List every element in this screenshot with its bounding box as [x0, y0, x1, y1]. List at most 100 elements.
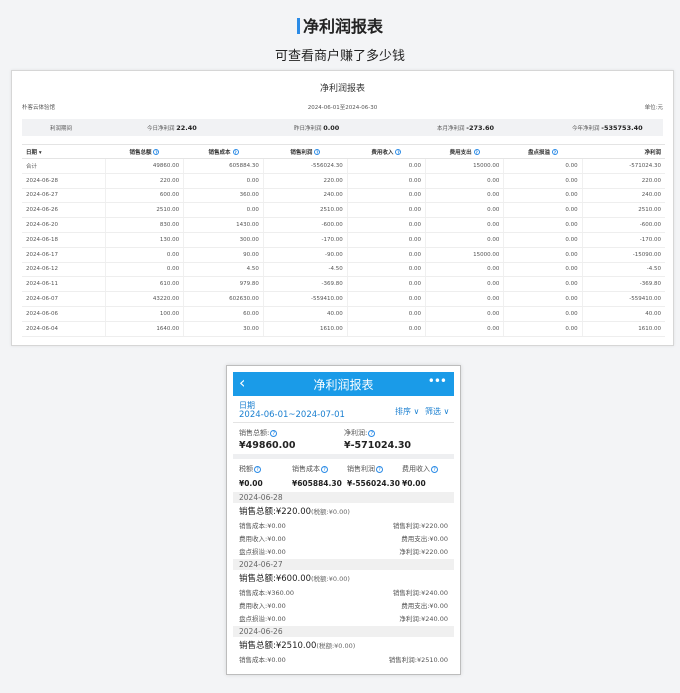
table-row: 2024-06-17 0.00 90.00 -90.00 0.00 15000.00 0.0… — [22, 247, 665, 263]
table-cell: 2024-06-11 — [22, 276, 106, 293]
table-cell: 360.00 — [183, 188, 264, 204]
divider — [233, 422, 454, 423]
column-header[interactable]: 日期 ▾ — [22, 144, 106, 159]
table-cell: 40.00 — [263, 306, 348, 322]
table-cell: 2510.00 — [105, 202, 185, 219]
table-cell: -170.00 — [263, 232, 348, 248]
table-cell: 合计 — [22, 158, 106, 174]
table-cell: 0.00 — [347, 217, 427, 233]
table-row: 2024-06-28 220.00 0.00 220.00 0.00 0.00 0.00 22… — [22, 173, 665, 189]
table-cell: 0.00 — [347, 276, 427, 293]
table-cell: -170.00 — [582, 232, 665, 248]
table-cell: 830.00 — [105, 217, 185, 233]
table-cell: 43220.00 — [105, 291, 185, 307]
table-row: 2024-06-11 610.00 979.80 -369.80 0.00 0.00 0.0… — [22, 276, 665, 293]
cost-label: 销售成本? — [292, 464, 328, 474]
table-cell: 2024-06-07 — [22, 291, 106, 307]
table-cell: 2024-06-27 — [22, 188, 106, 204]
help-icon[interactable]: ? — [395, 149, 402, 155]
help-icon[interactable]: ? — [321, 465, 328, 473]
table-cell: 0.00 — [503, 262, 583, 278]
table-cell: 0.00 — [425, 202, 505, 219]
table-row: 2024-06-07 43220.00 602630.00 -559410.00 0.0… — [22, 291, 665, 307]
table-cell: 0.00 — [503, 158, 583, 174]
table-cell: 0.00 — [347, 202, 427, 219]
help-icon[interactable]: ? — [270, 429, 278, 437]
table-cell: -559410.00 — [582, 291, 665, 307]
mobile-header: ‹ 净利润报表 ••• — [233, 372, 454, 396]
chevron-down-icon: ∨ — [413, 407, 420, 416]
table-cell: -4.50 — [263, 262, 348, 278]
table-cell: 0.00 — [347, 247, 427, 263]
title-accent-bar — [296, 18, 300, 34]
report-title: 净利润报表 — [319, 84, 365, 94]
day-date-bar: 2024-06-26 — [233, 626, 454, 637]
table-cell: 0.00 — [425, 173, 505, 189]
help-icon[interactable]: ? — [431, 465, 438, 473]
section-gap — [233, 454, 454, 459]
day-total[interactable]: 销售总额:¥600.00(税额:¥0.00) — [239, 572, 350, 584]
help-icon[interactable]: ? — [153, 149, 160, 155]
filter-button[interactable]: 筛选 ∨ — [425, 406, 449, 417]
table-cell: 100.00 — [105, 306, 185, 322]
help-icon[interactable]: ? — [473, 149, 480, 155]
table-cell: 240.00 — [582, 188, 665, 204]
more-icon[interactable]: ••• — [428, 374, 447, 388]
table-cell: 2510.00 — [582, 202, 665, 219]
table-cell: -571024.30 — [582, 158, 665, 174]
day-row: 费用收入:¥0.00 费用支出:¥0.00 — [239, 535, 448, 543]
day-total[interactable]: 销售总额:¥220.00(税额:¥0.00) — [239, 505, 350, 517]
table-cell: 0.00 — [347, 158, 427, 174]
table-cell: 602630.00 — [183, 291, 264, 307]
table-row: 2024-06-26 2510.00 0.00 2510.00 0.00 0.00 0.00… — [22, 202, 665, 219]
page-subtitle: 可查看商户赚了多少钱 — [274, 49, 405, 64]
day-row: 销售成本:¥360.00 销售利润:¥240.00 — [239, 589, 448, 597]
tax-label: 税额? — [239, 464, 261, 474]
unit-label: 单位:元 — [644, 105, 663, 111]
table-row: 2024-06-04 1640.00 30.00 1610.00 0.00 0.00 0.0… — [22, 321, 665, 337]
table-cell: 0.00 — [347, 262, 427, 278]
date-range-picker[interactable]: 2024-06-01~2024-07-01 — [239, 410, 345, 420]
sales-total-label: 销售总额:? — [239, 428, 278, 438]
day-date-bar: 2024-06-27 — [233, 559, 454, 570]
table-cell: 605884.30 — [183, 158, 264, 174]
table-row: 2024-06-27 600.00 360.00 240.00 0.00 0.00 0.00… — [22, 188, 665, 204]
table-cell: 90.00 — [183, 247, 264, 263]
table-cell: 600.00 — [105, 188, 185, 204]
column-header: 净利润 — [582, 144, 665, 159]
desktop-report-card: 净利润报表 朴客云体验馆 2024-06-01至2024-06-30 单位:元 … — [11, 70, 674, 346]
help-icon[interactable]: ? — [368, 429, 376, 437]
table-cell: 0.00 — [425, 306, 505, 322]
help-icon[interactable]: ? — [551, 149, 558, 155]
net-profit-value: ¥-571024.30 — [344, 440, 412, 451]
table-cell: 2510.00 — [263, 202, 348, 219]
help-icon[interactable]: ? — [376, 465, 383, 473]
summary-today: 今日净利润 22.40 — [147, 124, 197, 132]
help-icon[interactable]: ? — [314, 149, 321, 155]
table-cell: 0.00 — [503, 276, 583, 293]
income-value: ¥0.00 — [402, 479, 426, 488]
net-profit-label: 净利润:? — [344, 428, 376, 438]
profit-value: ¥-556024.30 — [347, 479, 400, 488]
table-cell: -369.80 — [263, 276, 348, 293]
table-cell: 15000.00 — [425, 158, 505, 174]
table-cell: 0.00 — [503, 173, 583, 189]
table-cell: -4.50 — [582, 262, 665, 278]
table-header-row: 日期 ▾ 销售总额? 销售成本? 销售利润? 费用收入? 费用支出? 盘点损溢? 净利润 — [22, 144, 665, 159]
table-cell: 0.00 — [425, 291, 505, 307]
profit-label: 销售利润? — [347, 464, 383, 474]
day-total[interactable]: 销售总额:¥2510.00(税额:¥0.00) — [239, 639, 355, 651]
sort-button[interactable]: 排序 ∨ — [395, 406, 419, 417]
column-header: 销售总额? — [105, 144, 184, 159]
column-header: 盘点损溢? — [503, 144, 583, 159]
cost-value: ¥605884.30 — [292, 479, 342, 488]
table-cell: -600.00 — [582, 217, 665, 233]
table-cell: 300.00 — [183, 232, 264, 248]
income-label: 费用收入? — [402, 464, 438, 474]
table-cell: 0.00 — [425, 262, 505, 278]
help-icon[interactable]: ? — [254, 465, 261, 473]
table-cell: 0.00 — [347, 321, 427, 337]
table-cell: 40.00 — [582, 306, 665, 322]
help-icon[interactable]: ? — [232, 149, 239, 155]
column-header: 销售成本? — [183, 144, 264, 159]
